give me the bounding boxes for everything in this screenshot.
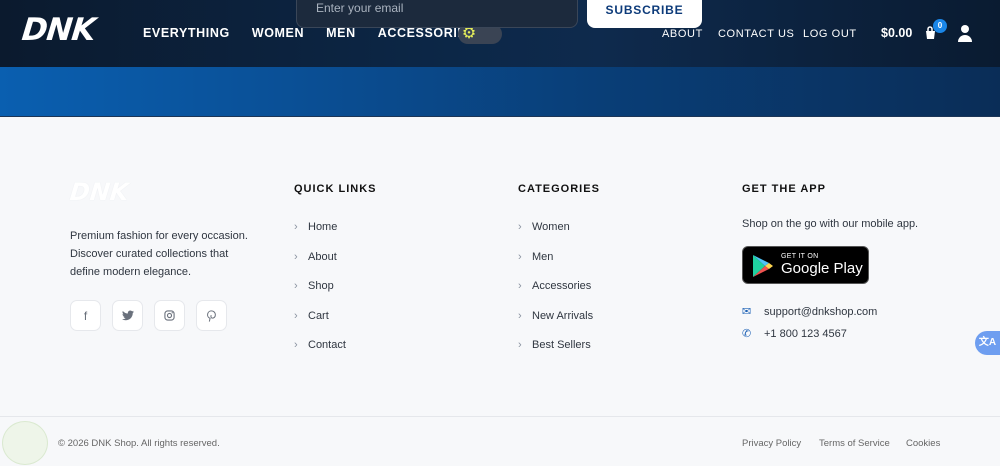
site-header: DNK EVERYTHING WOMEN MEN ACCESSORIES ⚙ S… [0, 0, 1000, 67]
pinterest-icon[interactable] [196, 300, 227, 331]
link-new-arrivals[interactable]: New Arrivals [532, 310, 593, 322]
link-shop[interactable]: Shop [308, 280, 334, 292]
link-men[interactable]: Men [532, 251, 553, 263]
chevron-right-icon: › [294, 221, 298, 233]
facebook-icon[interactable]: f [70, 300, 101, 331]
chevron-right-icon: › [294, 339, 298, 352]
nav-log-out[interactable]: LOG OUT [803, 28, 857, 40]
quick-links-list: › Home › About › Shop › Cart › Contact [294, 221, 346, 369]
link-privacy-policy[interactable]: Privacy Policy [742, 438, 801, 449]
footer-tagline: Premium fashion for every occasion. Disc… [70, 230, 248, 278]
link-home[interactable]: Home [308, 221, 337, 233]
categories-heading: CATEGORIES [518, 183, 600, 195]
chevron-right-icon: › [518, 280, 522, 293]
user-icon[interactable] [957, 24, 973, 42]
google-play-icon [753, 255, 773, 277]
cart-total[interactable]: $0.00 [881, 26, 912, 40]
list-item[interactable]: › Women [518, 221, 593, 251]
chevron-right-icon: › [518, 309, 522, 322]
main-nav: EVERYTHING WOMEN MEN ACCESSORIES [143, 26, 475, 40]
contact-phone[interactable]: ✆ +1 800 123 4567 [742, 327, 847, 341]
hero-band [0, 67, 1000, 117]
footer-logo: DNK [68, 178, 131, 206]
email-address[interactable]: support@dnkshop.com [764, 306, 877, 318]
contact-email[interactable]: ✉ support@dnkshop.com [742, 305, 877, 319]
twitter-icon[interactable] [112, 300, 143, 331]
footer-divider [0, 416, 1000, 417]
list-item[interactable]: › Men [518, 251, 593, 281]
list-item[interactable]: › Accessories [518, 280, 593, 310]
link-cart[interactable]: Cart [308, 310, 329, 322]
list-item[interactable]: › About [294, 251, 346, 281]
list-item[interactable]: › Cart [294, 310, 346, 340]
social-links: f [70, 300, 227, 331]
nav-about[interactable]: ABOUT [662, 28, 703, 40]
newsletter-email-field[interactable] [296, 0, 578, 28]
email-input[interactable] [316, 1, 566, 15]
badge-caption: GET IT ON [781, 253, 819, 260]
instagram-icon[interactable] [154, 300, 185, 331]
link-terms-of-service[interactable]: Terms of Service [819, 438, 890, 449]
badge-store-name: Google Play [781, 260, 863, 277]
chevron-right-icon: › [518, 250, 522, 263]
chevron-right-icon: › [294, 280, 298, 293]
quick-links-heading: QUICK LINKS [294, 183, 377, 195]
phone-icon: ✆ [742, 328, 752, 340]
list-item[interactable]: › Shop [294, 280, 346, 310]
link-about[interactable]: About [308, 251, 337, 263]
subscribe-button[interactable]: SUBSCRIBE [587, 0, 702, 28]
chevron-right-icon: › [294, 250, 298, 263]
nav-item-everything[interactable]: EVERYTHING [143, 26, 230, 40]
envelope-icon: ✉ [742, 306, 752, 318]
link-women[interactable]: Women [532, 221, 570, 233]
list-item[interactable]: › Best Sellers [518, 339, 593, 369]
get-app-heading: GET THE APP [742, 183, 826, 195]
google-play-button[interactable]: GET IT ON Google Play [742, 246, 869, 284]
phone-number[interactable]: +1 800 123 4567 [764, 328, 847, 340]
chevron-right-icon: › [294, 309, 298, 322]
link-accessories[interactable]: Accessories [532, 280, 591, 292]
translate-icon[interactable]: 文A [975, 331, 1000, 355]
chevron-right-icon: › [518, 339, 522, 352]
nav-item-women[interactable]: WOMEN [252, 26, 304, 40]
app-description: Shop on the go with our mobile app. [742, 218, 919, 230]
link-cookies[interactable]: Cookies [906, 438, 940, 449]
chevron-right-icon: › [518, 221, 522, 233]
cart-count-badge: 0 [933, 19, 947, 33]
categories-list: › Women › Men › Accessories › New Arrivals ›… [518, 221, 593, 369]
logo[interactable]: DNK [20, 12, 96, 48]
nav-item-men[interactable]: MEN [326, 26, 356, 40]
link-contact[interactable]: Contact [308, 339, 346, 351]
list-item[interactable]: › New Arrivals [518, 310, 593, 340]
copyright: © 2026 DNK Shop. All rights reserved. [58, 438, 220, 449]
nav-contact-us[interactable]: CONTACT US [718, 28, 795, 40]
list-item[interactable]: › Home [294, 221, 346, 251]
security-shield-icon[interactable] [2, 421, 48, 465]
list-item[interactable]: › Contact [294, 339, 346, 369]
link-best-sellers[interactable]: Best Sellers [532, 339, 591, 351]
